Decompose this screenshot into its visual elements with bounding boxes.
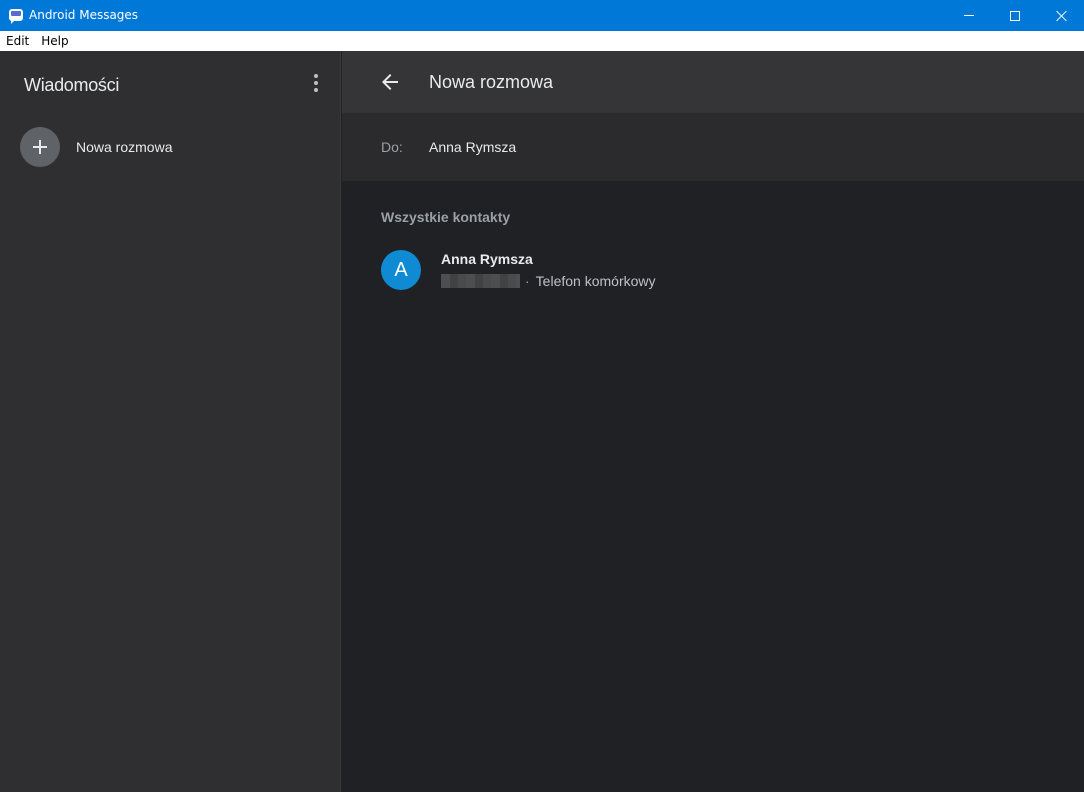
back-arrow-icon[interactable] xyxy=(378,70,402,94)
menu-help[interactable]: Help xyxy=(35,31,74,51)
close-button[interactable] xyxy=(1038,0,1084,31)
menu-bar: Edit Help xyxy=(0,31,1084,51)
minimize-icon xyxy=(964,15,974,16)
new-conversation-label: Nowa rozmowa xyxy=(76,139,173,155)
page-title: Nowa rozmowa xyxy=(429,72,554,92)
redacted-phone-number xyxy=(441,274,520,288)
contact-details: · Telefon komórkowy xyxy=(441,273,656,289)
kebab-dot xyxy=(314,74,318,78)
minimize-button[interactable] xyxy=(946,0,992,31)
kebab-dot xyxy=(314,81,318,85)
close-icon xyxy=(1055,10,1067,22)
sidebar: Wiadomości Nowa rozmowa xyxy=(0,51,341,792)
title-bar: Android Messages xyxy=(0,0,1084,31)
separator: · xyxy=(525,273,530,289)
main-panel: Nowa rozmowa Do: Anna Rymsza Wszystkie k… xyxy=(342,51,1084,792)
window-title: Android Messages xyxy=(29,8,139,22)
maximize-icon xyxy=(1010,10,1020,21)
recipient-input[interactable]: Anna Rymsza xyxy=(429,139,516,155)
conversation-header: Nowa rozmowa xyxy=(342,51,1084,113)
sidebar-title: Wiadomości xyxy=(24,75,120,95)
contact-phone-type: Telefon komórkowy xyxy=(535,273,656,289)
to-label: Do: xyxy=(381,139,403,155)
recipient-row[interactable]: Do: Anna Rymsza xyxy=(342,113,1084,181)
maximize-button[interactable] xyxy=(992,0,1038,31)
contacts-section-label: Wszystkie kontakty xyxy=(381,209,511,225)
kebab-dot xyxy=(314,88,318,92)
avatar: A xyxy=(381,250,421,290)
menu-edit[interactable]: Edit xyxy=(0,31,35,51)
plus-icon xyxy=(20,127,60,167)
more-options-icon[interactable] xyxy=(304,71,328,95)
android-messages-app-icon xyxy=(9,9,23,24)
new-conversation-button[interactable]: Nowa rozmowa xyxy=(20,127,320,167)
contact-list-item[interactable]: A Anna Rymsza · Telefon komórkowy xyxy=(381,248,1041,292)
contact-name: Anna Rymsza xyxy=(441,251,533,267)
